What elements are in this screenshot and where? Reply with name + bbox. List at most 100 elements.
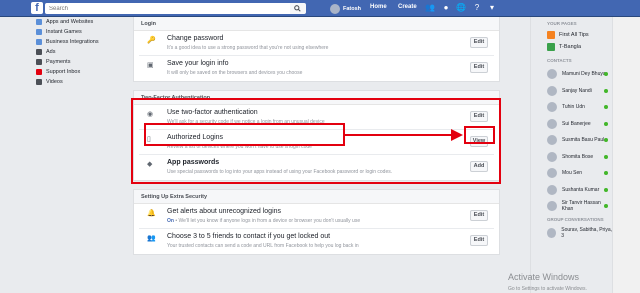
extra-security-section: Setting Up Extra Security 🔔 Get alerts a…	[133, 189, 500, 255]
group-conversation-item[interactable]: Sourav, Sabitha, Priya, 3	[532, 225, 612, 242]
online-indicator	[604, 187, 608, 192]
videos-icon	[36, 79, 42, 85]
sidebar-item-label: Instant Games	[46, 29, 82, 35]
online-indicator	[604, 154, 608, 159]
alert-icon: 🔔	[147, 210, 156, 217]
row-title: Choose 3 to 5 friends to contact if you …	[167, 233, 331, 240]
online-indicator	[604, 204, 608, 208]
edit-button[interactable]: Edit	[470, 235, 488, 246]
section-heading: Setting Up Extra Security	[134, 190, 499, 204]
contact-item[interactable]: Sushanta Kumar	[532, 182, 612, 199]
highlight-use-two-factor	[144, 123, 345, 146]
login-alerts-row[interactable]: 🔔 Get alerts about unrecognized logins O…	[139, 204, 494, 229]
contact-item[interactable]: Susmita Basu Paul	[532, 132, 612, 149]
edit-button[interactable]: Edit	[470, 210, 488, 221]
row-description: Your trusted contacts can send a code an…	[167, 243, 359, 249]
row-title: Get alerts about unrecognized logins	[167, 208, 282, 215]
sidebar-item-ads[interactable]: Ads	[36, 47, 126, 57]
row-title: Save your login info	[167, 60, 229, 67]
sidebar-item-support-inbox[interactable]: Support Inbox	[36, 67, 126, 77]
change-password-row[interactable]: 🔑 Change password It's a good idea to us…	[139, 31, 494, 56]
sidebar-item-apps[interactable]: Apps and Websites	[36, 17, 126, 27]
avatar	[547, 184, 557, 195]
friends-icon: 👥	[147, 235, 156, 242]
row-description: It will only be saved on the browsers an…	[167, 70, 303, 76]
save-login-icon: ▣	[147, 62, 154, 69]
activate-windows-subtext: Go to Settings to activate Windows.	[508, 286, 587, 292]
avatar	[547, 69, 557, 80]
sidebar-item-instant-games[interactable]: Instant Games	[36, 27, 126, 37]
sidebar-item-payments[interactable]: Payments	[36, 57, 126, 67]
contact-item[interactable]: Shomita Bose	[532, 149, 612, 166]
messenger-icon[interactable]: ●	[441, 3, 451, 13]
sidebar-item-label: Videos	[46, 79, 63, 85]
avatar	[547, 227, 557, 238]
online-indicator	[604, 138, 608, 142]
trusted-contacts-row[interactable]: 👥 Choose 3 to 5 friends to contact if yo…	[139, 229, 494, 254]
home-link[interactable]: Home	[370, 4, 387, 10]
profile-link[interactable]: Fatosh	[330, 3, 361, 14]
status-on: On	[167, 218, 174, 224]
friend-requests-icon[interactable]: 👥	[425, 3, 435, 13]
apps-icon	[36, 19, 42, 25]
avatar	[547, 151, 557, 162]
section-heading: Login	[134, 17, 499, 31]
key-icon: 🔑	[147, 37, 156, 44]
top-navigation-bar: f Fatosh Home Create 👥 ● 🌐 ? ▾	[0, 0, 640, 17]
edit-button[interactable]: Edit	[470, 37, 488, 48]
contact-item[interactable]: Sir Tanvir Hassan Khan	[532, 198, 612, 215]
save-login-info-row[interactable]: ▣ Save your login info It will only be s…	[139, 56, 494, 81]
pages-heading: YOUR PAGES	[547, 21, 577, 26]
page-item[interactable]: First All Tips	[532, 29, 612, 41]
contact-item[interactable]: Sui Banerjee	[532, 116, 612, 133]
create-link[interactable]: Create	[398, 4, 417, 10]
facebook-logo[interactable]: f	[31, 2, 43, 14]
sidebar-item-videos[interactable]: Videos	[36, 77, 126, 87]
page-thumbnail	[547, 43, 555, 51]
page-thumbnail	[547, 31, 555, 39]
search-button[interactable]	[290, 3, 306, 14]
edit-button[interactable]: Edit	[470, 62, 488, 73]
avatar	[547, 201, 557, 212]
red-arrow-icon	[345, 129, 463, 141]
business-icon	[36, 39, 42, 45]
online-indicator	[604, 88, 608, 93]
contact-name: Sanjay Nandi	[562, 87, 592, 94]
help-icon[interactable]: ?	[472, 3, 482, 13]
search-input[interactable]	[45, 3, 305, 14]
contact-item[interactable]: Tuhin Udn	[532, 99, 612, 116]
avatar	[547, 85, 557, 96]
row-title: Change password	[167, 35, 224, 42]
online-indicator	[604, 171, 608, 175]
contact-name: Sui Banerjee	[562, 120, 591, 127]
sidebar-item-label: Payments	[46, 59, 71, 65]
row-description: It's a good idea to use a strong passwor…	[167, 45, 329, 51]
online-indicator	[604, 105, 608, 109]
group-conversations-heading: GROUP CONVERSATIONS	[547, 216, 604, 222]
contacts-heading: CONTACTS	[547, 58, 572, 63]
contact-name: Mamuni Dey Bhuya	[562, 71, 606, 78]
spacer	[133, 82, 500, 90]
contact-item[interactable]: Sanjay Nandi	[532, 83, 612, 100]
page-item[interactable]: T-Bangla	[532, 41, 612, 53]
notifications-icon[interactable]: 🌐	[456, 3, 466, 13]
contact-item[interactable]: Mamuni Dey Bhuya	[532, 66, 612, 83]
avatar	[330, 3, 340, 14]
payments-icon	[36, 59, 42, 65]
login-section: Login 🔑 Change password It's a good idea…	[133, 17, 500, 82]
contact-name: Sushanta Kumar	[562, 186, 600, 193]
activate-windows-watermark: Activate Windows	[508, 272, 580, 282]
sidebar-item-label: Support Inbox	[46, 69, 81, 75]
left-sidebar: Apps and Websites Instant Games Business…	[36, 17, 126, 87]
contact-item[interactable]: Mou Sen	[532, 165, 612, 182]
sidebar-item-business-integrations[interactable]: Business Integrations	[36, 37, 126, 47]
account-menu-icon[interactable]: ▾	[487, 3, 497, 13]
scrollbar[interactable]	[612, 17, 640, 293]
right-sidebar: YOUR PAGES First All Tips T-Bangla CONTA…	[532, 17, 612, 293]
sidebar-item-label: Apps and Websites	[46, 19, 94, 25]
avatar	[547, 118, 557, 129]
online-indicator	[604, 72, 608, 76]
avatar	[547, 168, 557, 179]
avatar	[547, 102, 557, 113]
user-name: Fatosh	[343, 5, 362, 12]
